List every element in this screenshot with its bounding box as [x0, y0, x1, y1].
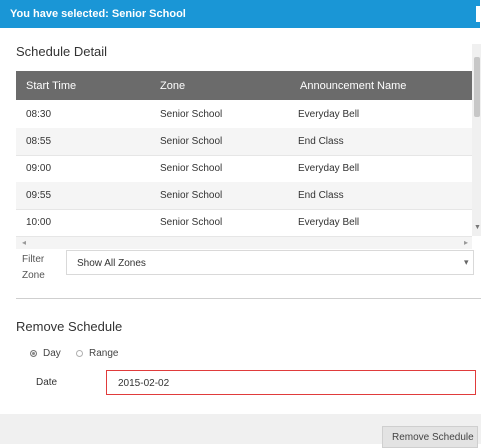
selection-banner-text: You have selected: Senior School: [10, 8, 186, 20]
banner-edge: [476, 6, 481, 22]
cell-announcement: End Class: [298, 190, 344, 201]
cell-announcement: Everyday Bell: [298, 217, 360, 228]
arrow-right-icon[interactable]: ▸: [464, 238, 468, 247]
cell-zone: Senior School: [160, 163, 223, 174]
cell-start-time: 08:30: [26, 109, 52, 120]
cell-zone: Senior School: [160, 109, 223, 120]
vertical-scroll-thumb[interactable]: [474, 57, 480, 117]
filter-zone-select[interactable]: Show All Zones ▾: [66, 250, 474, 275]
table-row[interactable]: 09:55 Senior School End Class: [16, 182, 472, 210]
cell-start-time: 08:55: [26, 136, 52, 147]
arrow-left-icon[interactable]: ◂: [22, 238, 26, 247]
radio-range-label[interactable]: Range: [89, 348, 118, 359]
cell-zone: Senior School: [160, 136, 223, 147]
date-label: Date: [36, 377, 58, 388]
cell-start-time: 09:00: [26, 163, 52, 174]
cell-zone: Senior School: [160, 190, 223, 201]
cell-announcement: End Class: [298, 136, 344, 147]
horizontal-scrollbar[interactable]: [16, 236, 472, 249]
radio-day[interactable]: [30, 350, 37, 357]
column-header-start-time[interactable]: Start Time: [26, 80, 76, 92]
arrow-down-icon[interactable]: ▼: [474, 224, 481, 231]
cell-zone: Senior School: [160, 217, 223, 228]
section-divider: [16, 298, 481, 299]
remove-schedule-button[interactable]: Remove Schedule: [382, 426, 478, 448]
cell-announcement: Everyday Bell: [298, 163, 360, 174]
table-row[interactable]: 10:00 Senior School Everyday Bell: [16, 209, 472, 237]
column-header-announcement-name[interactable]: Announcement Name: [300, 80, 406, 92]
remove-schedule-button-label: Remove Schedule: [392, 432, 474, 443]
schedule-detail-title: Schedule Detail: [16, 44, 108, 59]
cell-start-time: 09:55: [26, 190, 52, 201]
table-row[interactable]: 08:55 Senior School End Class: [16, 128, 472, 156]
column-header-zone[interactable]: Zone: [160, 80, 185, 92]
caret-down-icon: ▾: [464, 257, 469, 267]
date-input[interactable]: 2015-02-02: [106, 370, 476, 395]
radio-range[interactable]: [76, 350, 83, 357]
date-input-value: 2015-02-02: [118, 378, 170, 389]
cell-start-time: 10:00: [26, 217, 52, 228]
filter-zone-value: Show All Zones: [77, 258, 146, 269]
radio-day-label[interactable]: Day: [43, 348, 61, 359]
table-row[interactable]: 08:30 Senior School Everyday Bell: [16, 101, 472, 129]
remove-schedule-title: Remove Schedule: [16, 319, 123, 334]
filter-zone-label: Filter Zone: [22, 254, 45, 281]
cell-announcement: Everyday Bell: [298, 109, 360, 120]
table-row[interactable]: 09:00 Senior School Everyday Bell: [16, 155, 472, 183]
